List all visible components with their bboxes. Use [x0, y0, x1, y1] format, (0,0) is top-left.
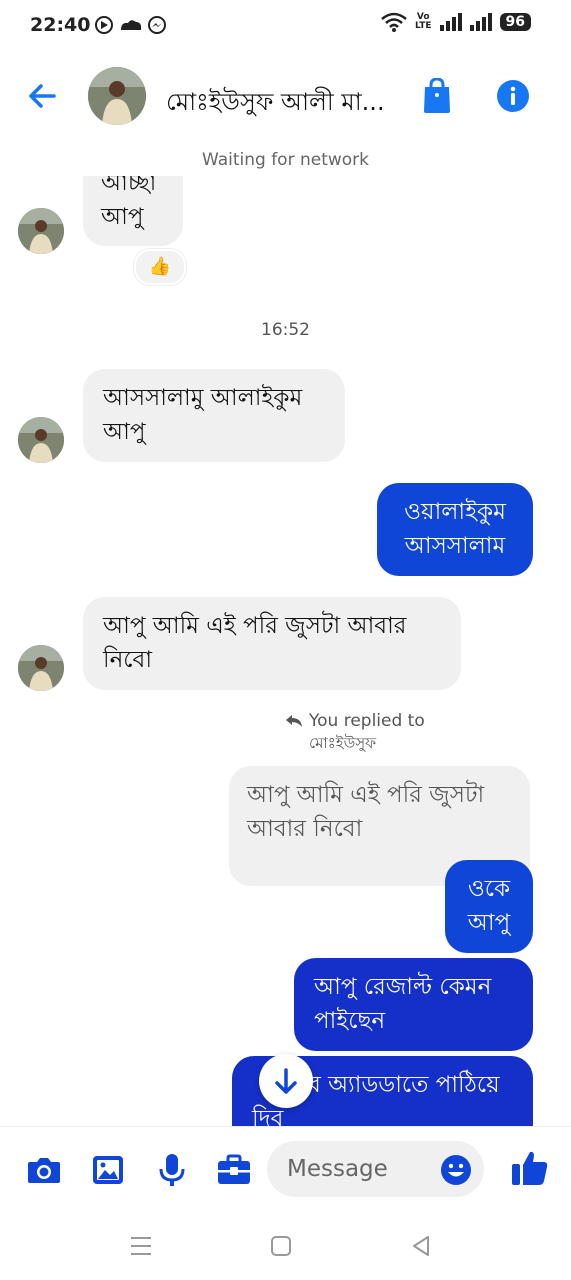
incoming-message[interactable]: আচ্ছা আপু: [83, 176, 183, 246]
reply-recipient: মোঃইউসুফ: [309, 734, 377, 752]
home-icon: [271, 1236, 291, 1256]
contact-avatar[interactable]: [88, 67, 146, 125]
status-right: Vo LTE 96: [381, 12, 531, 32]
back-button[interactable]: [24, 78, 60, 114]
outgoing-message[interactable]: ওকে আপু: [445, 860, 533, 953]
notification-icons-svg: [95, 16, 166, 34]
lte-bottom: LTE: [414, 21, 432, 31]
microphone-button[interactable]: [154, 1152, 190, 1188]
info-button[interactable]: [497, 80, 529, 112]
message-line: ওকে: [467, 876, 511, 902]
outgoing-message[interactable]: আপু রেজাল্ট কেমন পাইছেন: [294, 958, 533, 1051]
signal-icon-2: [469, 13, 492, 31]
message-line: আপু: [467, 910, 511, 936]
lte-label: Vo LTE: [415, 13, 432, 31]
camera-icon: [28, 1158, 60, 1183]
reply-context: You replied to মোঃইউসুফ: [285, 710, 425, 754]
avatar-photo: [88, 67, 146, 125]
reply-label-row: You replied to: [285, 710, 425, 732]
incoming-message[interactable]: আসসালামু আলাইকুম আপু: [83, 369, 345, 462]
camera-button[interactable]: [26, 1152, 62, 1188]
wifi-icon: [381, 12, 407, 32]
sender-avatar[interactable]: [18, 417, 64, 463]
message-line: আসসালামু আলাইকুম: [103, 385, 303, 411]
message-line: পাইছেন: [314, 1008, 386, 1034]
message-line: ব অ্যাডডাতে পাঠিয়ে: [308, 1072, 500, 1098]
message-line: নিবো: [103, 647, 153, 673]
gallery-icon: [93, 1156, 123, 1184]
menu-icon: [131, 1237, 151, 1255]
message-line: আপু রেজাল্ট কেমন: [314, 974, 492, 1000]
message-line: আপু আমি এই পরি জুসটা আবার: [103, 613, 407, 639]
reaction-badge[interactable]: 👍: [134, 249, 186, 285]
reply-icon: [286, 715, 302, 727]
recent-apps-button[interactable]: [126, 1232, 156, 1260]
emoji-icon: [441, 1155, 471, 1185]
message-line: আবার নিবো: [247, 816, 363, 842]
back-nav-button[interactable]: [406, 1232, 436, 1260]
status-time: 22:40: [30, 14, 91, 36]
signal-icon-1: [439, 13, 462, 31]
network-status: Waiting for network: [201, 150, 370, 170]
scroll-to-bottom-button[interactable]: [259, 1054, 313, 1108]
home-button[interactable]: [266, 1232, 296, 1260]
notification-icons: [94, 14, 172, 41]
message-line: আপু: [103, 419, 146, 445]
thumbs-up-icon: [512, 1151, 548, 1185]
message-timestamp: 16:52: [261, 320, 310, 340]
avatar-photo: [18, 417, 64, 463]
message-line: ওয়ালাইকুম: [404, 499, 506, 525]
like-button[interactable]: [510, 1148, 550, 1188]
outgoing-message[interactable]: ওয়ালাইকুম আসসালাম: [377, 483, 533, 576]
emoji-button[interactable]: [440, 1154, 472, 1186]
shop-button[interactable]: [422, 77, 452, 114]
sender-avatar[interactable]: [18, 208, 64, 254]
reply-label: You replied to: [309, 711, 425, 731]
avatar-photo: [18, 645, 64, 691]
message-line: আসসালাম: [404, 533, 506, 559]
arrow-down-icon: [275, 1068, 297, 1094]
battery-indicator: 96: [499, 13, 531, 31]
incoming-message[interactable]: আপু আমি এই পরি জুসটা আবার নিবো: [83, 597, 461, 690]
triangle-back-icon: [413, 1236, 429, 1256]
bag-icon: [424, 77, 450, 113]
gallery-button[interactable]: [90, 1152, 126, 1188]
back-arrow-icon: [29, 84, 56, 108]
status-bar: 22:40 Vo LTE 96: [0, 0, 571, 50]
message-clip: আচ্ছা আপু: [0, 176, 571, 246]
avatar-photo: [18, 208, 64, 254]
message-line: আপু আমি এই পরি জুসটা: [247, 782, 485, 808]
microphone-icon: [159, 1154, 185, 1186]
conversation-title[interactable]: মোঃইউসুফ আলী মা...: [166, 84, 385, 124]
sender-avatar[interactable]: [18, 645, 64, 691]
briefcase-icon: [218, 1154, 250, 1184]
briefcase-button[interactable]: [216, 1152, 252, 1188]
message-text: আচ্ছা আপু: [101, 176, 157, 230]
info-icon: [497, 80, 529, 112]
